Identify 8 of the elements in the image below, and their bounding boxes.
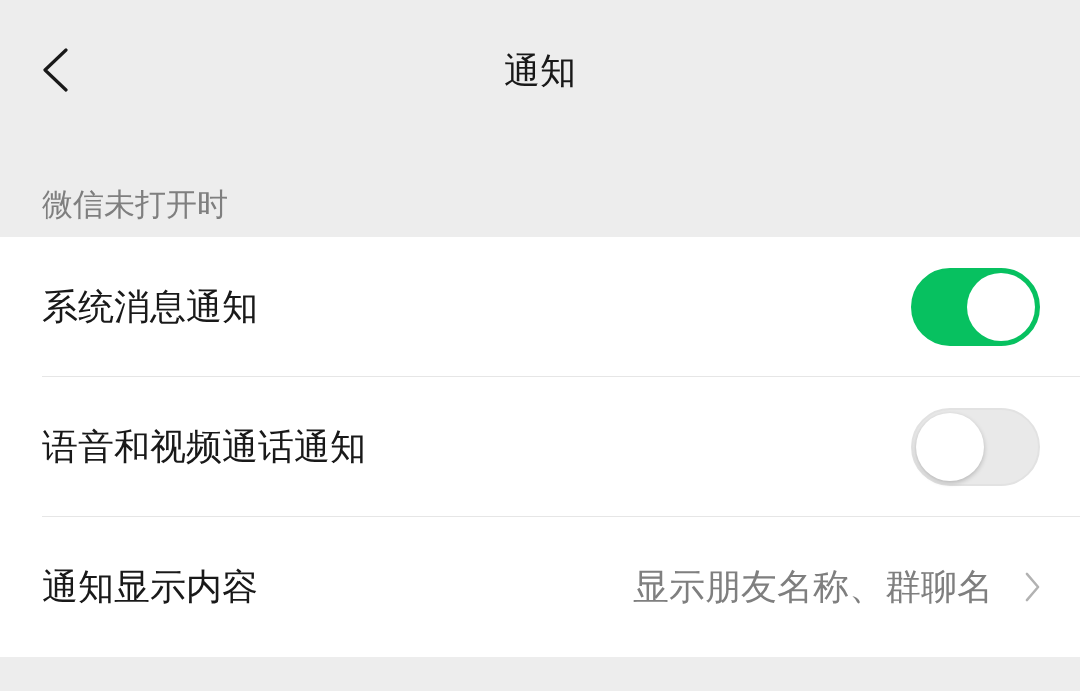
page-title: 通知 bbox=[504, 49, 576, 93]
setting-label: 语音和视频通话通知 bbox=[42, 424, 366, 469]
back-icon[interactable] bbox=[42, 48, 68, 92]
setting-label: 通知显示内容 bbox=[42, 565, 258, 609]
section-title: 微信未打开时 bbox=[42, 185, 228, 223]
setting-value[interactable]: 显示朋友名称、群聊名 bbox=[633, 565, 993, 609]
setting-label: 系统消息通知 bbox=[42, 284, 258, 329]
chevron-right-icon bbox=[1025, 572, 1040, 602]
